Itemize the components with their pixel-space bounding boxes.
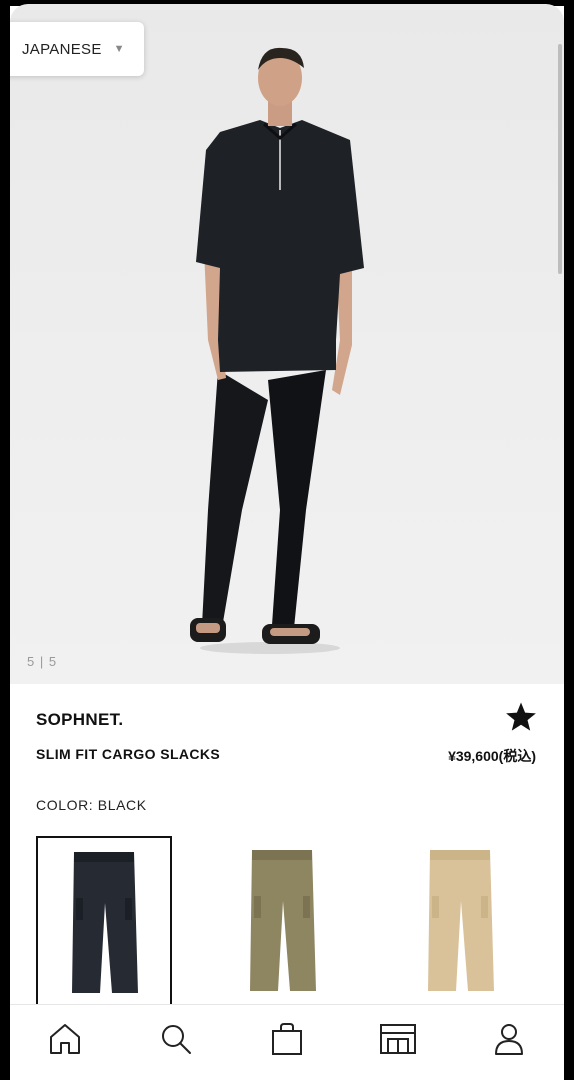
nav-home[interactable] — [35, 1014, 95, 1064]
pants-beige-image — [428, 850, 494, 991]
color-swatches — [36, 836, 556, 1004]
swatch-beige[interactable] — [392, 836, 528, 1004]
account-icon — [494, 1023, 523, 1055]
nav-search[interactable] — [146, 1014, 206, 1064]
brand-name[interactable]: SOPHNET. — [36, 710, 123, 730]
color-label: COLOR: BLACK — [36, 797, 147, 813]
model-photo — [190, 47, 364, 654]
nav-account[interactable] — [479, 1014, 539, 1064]
product-price: ¥39,600(税込) — [448, 748, 536, 764]
product-title: SLIM FIT CARGO SLACKS — [36, 746, 221, 762]
bag-icon — [271, 1022, 302, 1055]
bottom-navigation — [10, 1004, 564, 1080]
scrollbar[interactable] — [558, 44, 562, 274]
swatch-black[interactable] — [36, 836, 172, 1004]
pants-olive-image — [250, 850, 316, 991]
search-icon — [162, 1024, 192, 1054]
language-label: JAPANESE — [22, 40, 102, 58]
pants-black-image — [72, 852, 138, 993]
triangle-down-icon: ▼ — [113, 43, 125, 55]
nav-store[interactable] — [368, 1014, 428, 1064]
star-icon[interactable] — [504, 700, 538, 734]
language-selector[interactable]: JAPANESE ▼ — [10, 22, 144, 76]
swatch-olive[interactable] — [214, 836, 350, 1004]
product-screen: JAPANESE ▼ 5 | 5 SOPHNET. SLIM FIT CARGO… — [10, 0, 564, 1080]
store-icon — [379, 1023, 416, 1054]
gallery-counter: 5 | 5 — [27, 654, 58, 669]
home-icon — [50, 1023, 81, 1054]
nav-bag[interactable] — [257, 1014, 317, 1064]
product-image-gallery[interactable]: JAPANESE ▼ 5 | 5 — [10, 4, 564, 684]
